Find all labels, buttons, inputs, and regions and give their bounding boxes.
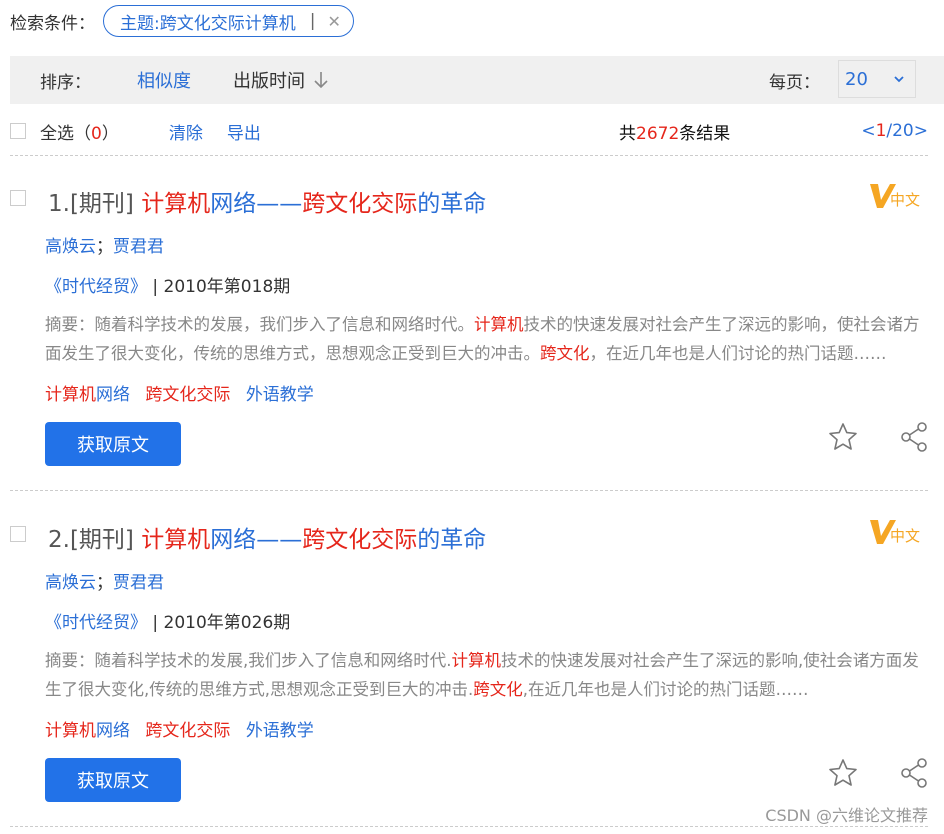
keyword-link[interactable]: 跨文化交际 bbox=[145, 721, 230, 741]
pager-next[interactable]: > bbox=[914, 121, 928, 141]
journal-link[interactable]: 《时代经贸》 bbox=[45, 277, 147, 297]
star-icon[interactable] bbox=[828, 758, 858, 788]
issue-text: 2010年第026期 bbox=[163, 613, 291, 633]
author-link[interactable]: 贾君君 bbox=[113, 573, 164, 593]
sort-by-publish-time-label: 出版时间 bbox=[233, 71, 305, 92]
language-badge-text: 中文 bbox=[890, 527, 920, 545]
divider bbox=[10, 155, 928, 156]
author-link[interactable]: 高焕云 bbox=[45, 573, 96, 593]
filter-chip-separator: | bbox=[309, 11, 316, 31]
share-icon[interactable] bbox=[900, 758, 928, 788]
pager: <1/20> bbox=[861, 121, 928, 141]
result-total: 共2672条结果 bbox=[619, 123, 731, 144]
result-item: 1.[期刊] 计算机网络——跨文化交际的革命 中文 高焕云；贾君君 《时代经贸》… bbox=[10, 184, 928, 494]
pager-prev[interactable]: < bbox=[861, 121, 875, 141]
per-page-label: 每页： bbox=[769, 73, 820, 93]
result-source: 《时代经贸》 | 2010年第018期 bbox=[45, 277, 291, 297]
get-fulltext-button[interactable]: 获取原文 bbox=[45, 422, 181, 466]
get-fulltext-button[interactable]: 获取原文 bbox=[45, 758, 181, 802]
per-page-value: 20 bbox=[845, 68, 868, 90]
close-icon[interactable]: ✕ bbox=[327, 12, 340, 31]
result-checkbox[interactable] bbox=[10, 526, 26, 542]
per-page-select[interactable]: 20 bbox=[838, 60, 916, 98]
clear-link[interactable]: 清除 bbox=[169, 119, 203, 144]
search-criteria-label: 检索条件： bbox=[10, 13, 95, 34]
language-badge-icon: 中文 bbox=[870, 520, 920, 545]
result-title[interactable]: 1.[期刊] 计算机网络——跨文化交际的革命 bbox=[48, 184, 486, 218]
search-criteria: 检索条件： 主题:跨文化交际计算机 | ✕ bbox=[10, 4, 354, 38]
share-icon[interactable] bbox=[900, 422, 928, 452]
sort-by-similarity[interactable]: 相似度 bbox=[137, 67, 191, 93]
language-badge-icon: 中文 bbox=[870, 184, 920, 209]
author-link[interactable]: 贾君君 bbox=[113, 237, 164, 257]
select-all-label[interactable]: 全选（0） bbox=[40, 119, 119, 144]
keyword-link[interactable]: 计算机网络 bbox=[45, 385, 130, 405]
divider bbox=[10, 490, 928, 491]
pager-total: /20 bbox=[886, 121, 914, 141]
selected-count: 0 bbox=[91, 123, 102, 144]
result-keywords: 计算机网络 跨文化交际 外语教学 bbox=[45, 380, 324, 405]
result-keywords: 计算机网络 跨文化交际 外语教学 bbox=[45, 716, 324, 741]
result-abstract: 摘要：随着科学技术的发展,我们步入了信息和网络时代.计算机技术的快速发展对社会产… bbox=[45, 651, 919, 699]
result-checkbox[interactable] bbox=[10, 190, 26, 206]
export-link[interactable]: 导出 bbox=[227, 119, 261, 144]
chevron-down-icon bbox=[894, 76, 904, 83]
author-link[interactable]: 高焕云 bbox=[45, 237, 96, 257]
result-abstract: 摘要：随着科学技术的发展，我们步入了信息和网络时代。计算机技术的快速发展对社会产… bbox=[45, 315, 920, 363]
star-icon[interactable] bbox=[828, 422, 858, 452]
filter-chip[interactable]: 主题:跨文化交际计算机 | ✕ bbox=[103, 5, 354, 37]
journal-link[interactable]: 《时代经贸》 bbox=[45, 613, 147, 633]
divider bbox=[10, 826, 928, 827]
pager-current: 1 bbox=[875, 121, 887, 141]
result-item: 2.[期刊] 计算机网络——跨文化交际的革命 中文 高焕云；贾君君 《时代经贸》… bbox=[10, 520, 928, 830]
issue-text: 2010年第018期 bbox=[163, 277, 291, 297]
select-all-checkbox[interactable] bbox=[10, 123, 26, 139]
result-title[interactable]: 2.[期刊] 计算机网络——跨文化交际的革命 bbox=[48, 520, 486, 554]
sort-label: 排序： bbox=[40, 72, 91, 93]
result-source: 《时代经贸》 | 2010年第026期 bbox=[45, 613, 291, 633]
keyword-link[interactable]: 外语教学 bbox=[246, 721, 314, 741]
filter-chip-text: 主题:跨文化交际计算机 bbox=[120, 13, 296, 34]
keyword-link[interactable]: 计算机网络 bbox=[45, 721, 130, 741]
sort-bar: 排序： 相似度 出版时间 每页： 20 bbox=[10, 56, 944, 104]
result-count: 2672 bbox=[636, 123, 680, 144]
language-badge-text: 中文 bbox=[890, 191, 920, 209]
result-authors: 高焕云；贾君君 bbox=[45, 573, 164, 593]
result-actions: 全选（0） 清除 导出 共2672条结果 <1/20> bbox=[10, 114, 928, 148]
watermark: CSDN @六维论文推荐 bbox=[765, 806, 928, 825]
arrow-down-icon bbox=[314, 72, 328, 89]
sort-by-publish-time[interactable]: 出版时间 bbox=[233, 67, 329, 93]
keyword-link[interactable]: 跨文化交际 bbox=[145, 385, 230, 405]
keyword-link[interactable]: 外语教学 bbox=[246, 385, 314, 405]
result-authors: 高焕云；贾君君 bbox=[45, 237, 164, 257]
